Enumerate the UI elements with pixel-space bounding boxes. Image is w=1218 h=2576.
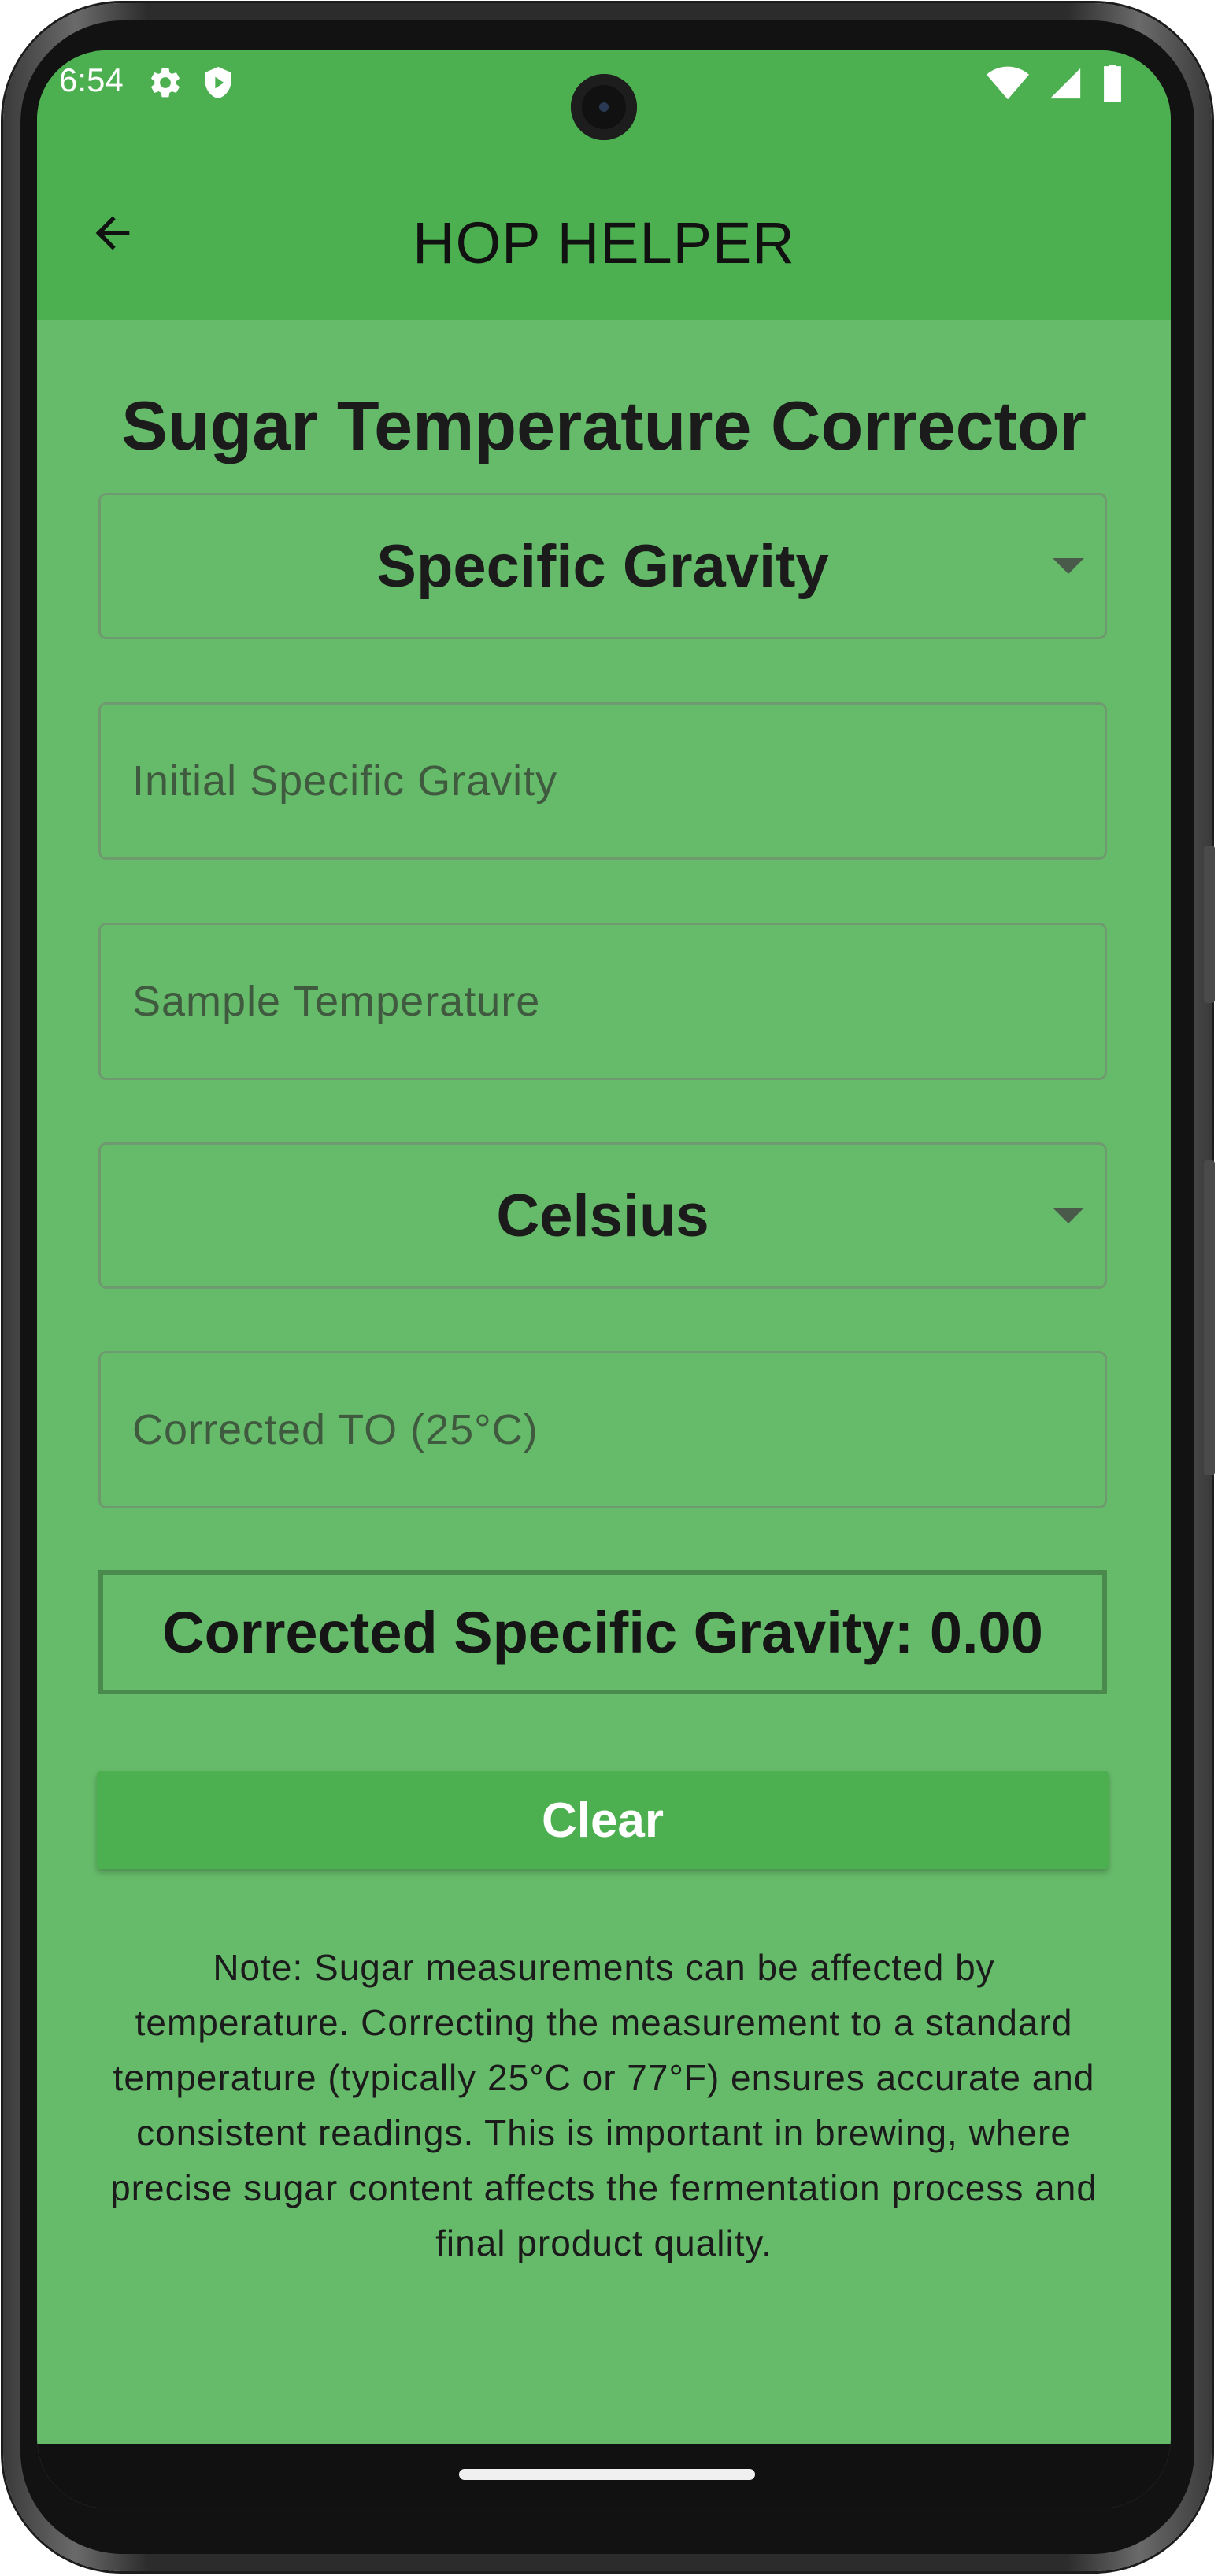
app-screen: HOP HELPER 6:54 Sugar Temperature Correc… bbox=[37, 50, 1171, 2508]
initial-specific-gravity-input[interactable] bbox=[101, 705, 1105, 857]
volume-button bbox=[1204, 846, 1215, 1003]
corrected-to-input[interactable] bbox=[101, 1353, 1105, 1506]
navigation-bar bbox=[37, 2444, 1171, 2508]
status-bar: 6:54 bbox=[37, 50, 1171, 168]
dropdown-arrow-icon bbox=[1053, 558, 1084, 574]
cellular-signal-icon bbox=[1050, 68, 1081, 99]
temperature-note: Note: Sugar measurements can be affected… bbox=[110, 1947, 1098, 2263]
clear-button[interactable]: Clear bbox=[97, 1771, 1109, 1869]
app-title: HOP HELPER bbox=[413, 210, 795, 276]
status-time: 6:54 bbox=[59, 61, 124, 98]
temperature-unit-value: Celsius bbox=[496, 1182, 709, 1249]
page-title: Sugar Temperature Corrector bbox=[121, 387, 1087, 464]
initial-specific-gravity-field[interactable] bbox=[98, 702, 1107, 860]
dropdown-arrow-icon bbox=[1053, 1208, 1084, 1223]
battery-icon bbox=[1104, 65, 1121, 102]
corrected-to-field[interactable] bbox=[98, 1351, 1107, 1508]
corrected-gravity-result: Corrected Specific Gravity: 0.00 bbox=[162, 1599, 1043, 1665]
sample-temperature-field[interactable] bbox=[98, 923, 1107, 1080]
sample-temperature-input[interactable] bbox=[101, 925, 1105, 1078]
wifi-icon bbox=[987, 66, 1029, 100]
power-button bbox=[1204, 1160, 1215, 1475]
result-box: Corrected Specific Gravity: 0.00 bbox=[98, 1570, 1107, 1694]
front-camera bbox=[571, 74, 637, 140]
home-gesture-handle[interactable] bbox=[459, 2469, 755, 2480]
temperature-unit-dropdown[interactable]: Celsius bbox=[98, 1142, 1107, 1289]
measurement-type-dropdown[interactable]: Specific Gravity bbox=[98, 493, 1107, 639]
shield-icon bbox=[205, 66, 231, 99]
measurement-type-value: Specific Gravity bbox=[376, 532, 829, 600]
settings-gear-icon bbox=[151, 68, 180, 98]
